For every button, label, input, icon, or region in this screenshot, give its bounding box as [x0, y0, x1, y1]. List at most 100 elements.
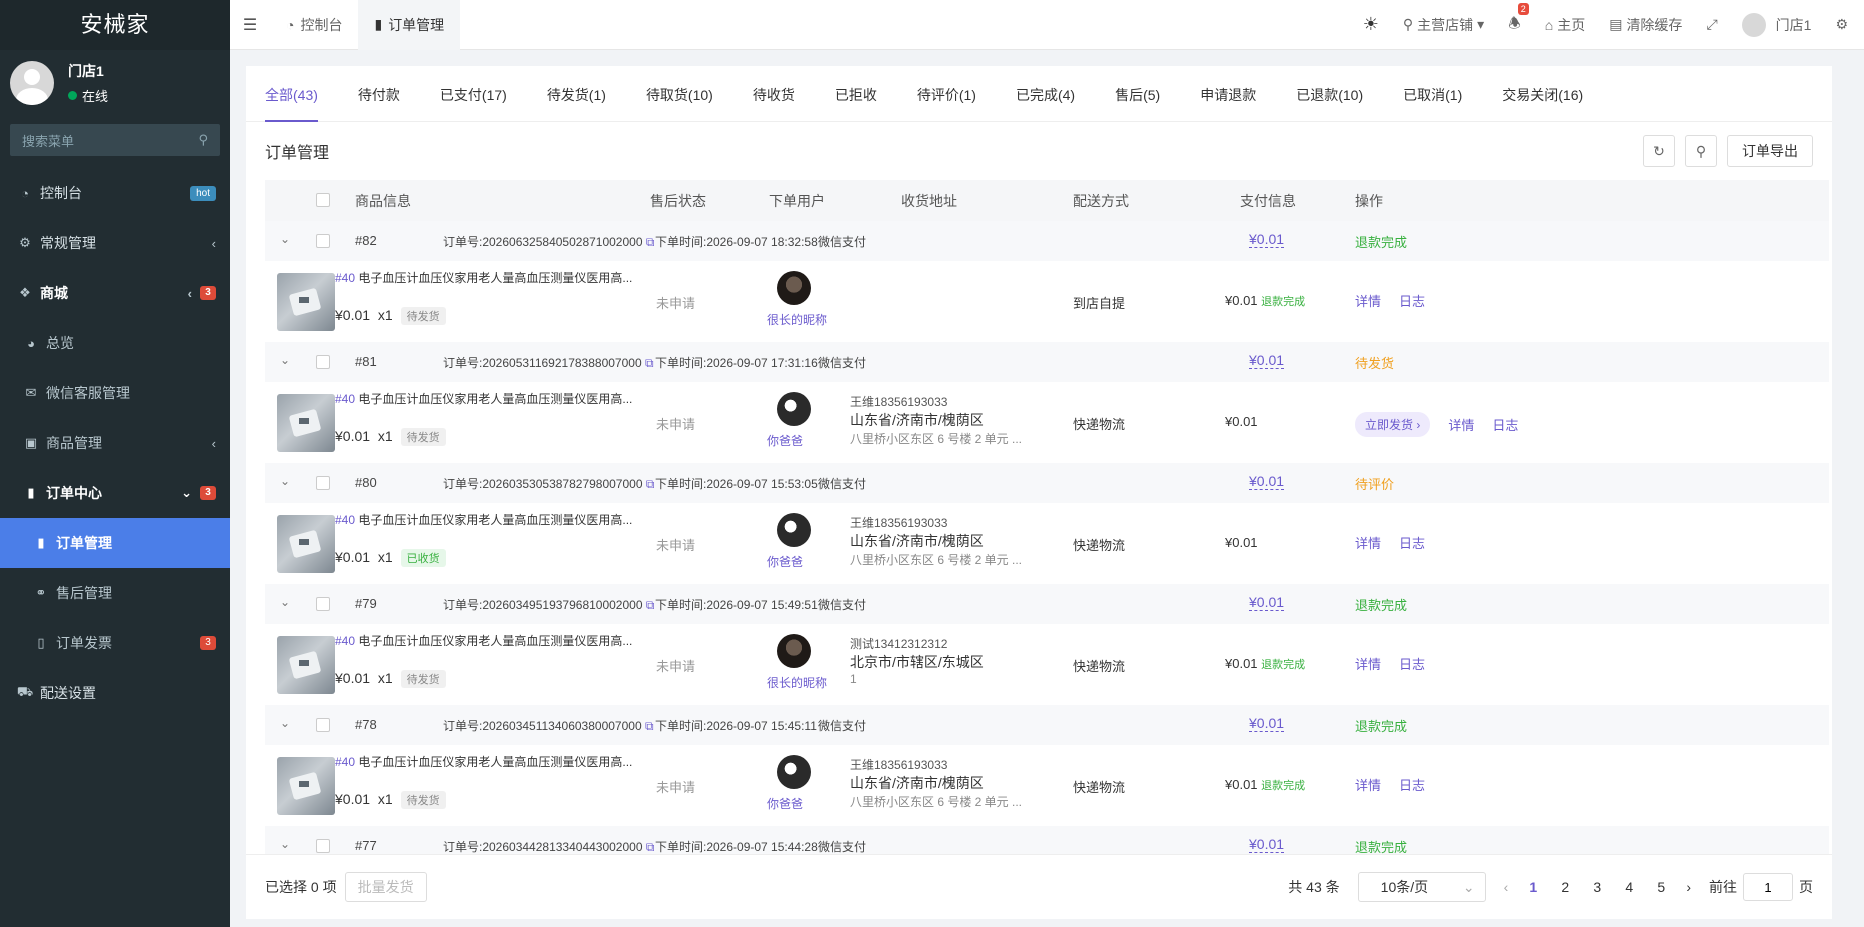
- menu-search-input[interactable]: 搜索菜单 ⚲: [10, 124, 220, 156]
- prev-page-icon[interactable]: ‹: [1504, 879, 1509, 895]
- page-3[interactable]: 3: [1590, 879, 1604, 895]
- pay-amount[interactable]: ¥0.01: [1249, 594, 1285, 611]
- chevron-down-icon[interactable]: ⌄: [280, 232, 290, 246]
- product-title[interactable]: #40 电子血压计血压仪家用老人量高血压测量仪医用高...: [335, 390, 632, 407]
- buyer-name[interactable]: 你爸爸: [767, 434, 803, 448]
- tab-order-management[interactable]: ▮ 订单管理: [358, 0, 461, 50]
- settings-icon[interactable]: ⚙: [1835, 16, 1848, 33]
- order-number: 订单号:20260344281334044300200​0 ⧉: [443, 840, 655, 854]
- copy-icon[interactable]: ⧉: [645, 356, 654, 370]
- row-checkbox[interactable]: [316, 597, 330, 611]
- copy-icon[interactable]: ⧉: [646, 235, 655, 249]
- menu-toggle-icon[interactable]: ☰: [230, 15, 270, 35]
- row-checkbox[interactable]: [316, 839, 330, 853]
- sidebar-item-aftersale[interactable]: ⚭ 售后管理: [0, 568, 230, 618]
- tab-all[interactable]: 全部(43): [265, 85, 318, 122]
- tab-closed[interactable]: 交易关闭(16): [1502, 85, 1583, 121]
- detail-link[interactable]: 详情: [1448, 415, 1474, 434]
- product-title[interactable]: #40 电子血压计血压仪家用老人量高血压测量仪医用高...: [335, 269, 632, 286]
- row-checkbox[interactable]: [316, 355, 330, 369]
- sidebar-item-general[interactable]: ⚙ 常规管理 ‹: [0, 218, 230, 268]
- product-title[interactable]: #40 电子血压计血压仪家用老人量高血压测量仪医用高...: [335, 753, 632, 770]
- tab-cancelled[interactable]: 已取消(1): [1403, 85, 1462, 121]
- batch-ship-button[interactable]: 批量发货: [344, 872, 427, 902]
- sidebar-item-products[interactable]: ▣ 商品管理 ‹: [0, 418, 230, 468]
- tab-to-pickup[interactable]: 待取货(10): [646, 85, 713, 121]
- row-checkbox[interactable]: [316, 718, 330, 732]
- pay-amount[interactable]: ¥0.01: [1249, 715, 1285, 732]
- sidebar-item-delivery[interactable]: ⛟ 配送设置: [0, 668, 230, 718]
- tab-to-receive[interactable]: 待收货: [753, 85, 795, 121]
- tab-aftersale[interactable]: 售后(5): [1115, 85, 1160, 121]
- tab-pending-payment[interactable]: 待付款: [358, 85, 400, 121]
- theme-sun-icon[interactable]: ☀: [1363, 14, 1379, 35]
- log-link[interactable]: 日志: [1399, 654, 1425, 673]
- tab-to-review[interactable]: 待评价(1): [917, 85, 976, 121]
- tab-paid[interactable]: 已支付(17): [440, 85, 507, 121]
- refresh-button[interactable]: ↻: [1643, 135, 1675, 167]
- detail-link[interactable]: 详情: [1355, 775, 1381, 794]
- next-page-icon[interactable]: ›: [1686, 879, 1691, 895]
- search-button[interactable]: ⚲: [1685, 135, 1717, 167]
- page-size-select[interactable]: 10条/页 ⌄: [1357, 872, 1486, 902]
- log-link[interactable]: 日志: [1492, 415, 1518, 434]
- sidebar-item-mall[interactable]: ❖ 商城 ‹ 3: [0, 268, 230, 318]
- paid-info: ¥0.01: [1225, 535, 1258, 550]
- page-4[interactable]: 4: [1622, 879, 1636, 895]
- pay-amount[interactable]: ¥0.01: [1249, 836, 1285, 853]
- tab-rejected[interactable]: 已拒收: [835, 85, 877, 121]
- chevron-down-icon[interactable]: ⌄: [280, 716, 290, 730]
- tab-refund-request[interactable]: 申请退款: [1200, 85, 1256, 121]
- fullscreen-icon[interactable]: ⤢: [1706, 16, 1717, 33]
- detail-link[interactable]: 详情: [1355, 533, 1381, 552]
- detail-link[interactable]: 详情: [1355, 291, 1381, 310]
- page-2[interactable]: 2: [1558, 879, 1572, 895]
- sidebar-item-dashboard[interactable]: ◔ 控制台 hot: [0, 168, 230, 218]
- sidebar-item-invoice[interactable]: ▯ 订单发票 3: [0, 618, 230, 668]
- chevron-down-icon[interactable]: ⌄: [280, 353, 290, 367]
- tab-completed[interactable]: 已完成(4): [1016, 85, 1075, 121]
- page-5[interactable]: 5: [1654, 879, 1668, 895]
- page-1[interactable]: 1: [1526, 879, 1540, 895]
- notifications[interactable]: 🕭 2: [1508, 2, 1529, 37]
- home-link[interactable]: ⌂ 主页: [1545, 15, 1585, 35]
- product-title[interactable]: #40 电子血压计血压仪家用老人量高血压测量仪医用高...: [335, 511, 632, 528]
- export-button[interactable]: 订单导出: [1727, 135, 1813, 167]
- copy-icon[interactable]: ⧉: [645, 719, 654, 733]
- select-all-checkbox[interactable]: [316, 193, 330, 207]
- copy-icon[interactable]: ⧉: [646, 477, 655, 491]
- clear-cache-button[interactable]: ▤ 清除缓存: [1609, 15, 1682, 35]
- chevron-down-icon[interactable]: ⌄: [280, 595, 290, 609]
- copy-icon[interactable]: ⧉: [646, 840, 655, 854]
- sidebar-item-wechat-service[interactable]: ✉ 微信客服管理: [0, 368, 230, 418]
- store-selector[interactable]: ⚲ 主营店铺 ▾: [1403, 15, 1484, 35]
- tab-dashboard[interactable]: ◔ 控制台: [270, 0, 358, 50]
- sidebar-item-order-management[interactable]: ▮ 订单管理: [0, 518, 230, 568]
- copy-icon[interactable]: ⧉: [646, 598, 655, 612]
- buyer-name[interactable]: 你爸爸: [767, 797, 803, 811]
- log-link[interactable]: 日志: [1399, 775, 1425, 794]
- ship-now-button[interactable]: 立即发货 ›: [1355, 412, 1431, 437]
- detail-link[interactable]: 详情: [1355, 654, 1381, 673]
- buyer-name[interactable]: 很长的昵称: [767, 313, 827, 327]
- car-icon: ⛟: [16, 684, 34, 699]
- buyer-name[interactable]: 你爸爸: [767, 555, 803, 569]
- order-status: 待评价: [1355, 477, 1395, 492]
- sidebar-item-order-center[interactable]: ▮ 订单中心 ⌄ 3: [0, 468, 230, 518]
- tab-to-ship[interactable]: 待发货(1): [547, 85, 606, 121]
- sidebar-item-overview[interactable]: ◕ 总览: [0, 318, 230, 368]
- user-menu[interactable]: 门店1: [1741, 12, 1811, 37]
- buyer-name[interactable]: 很长的昵称: [767, 676, 827, 690]
- log-link[interactable]: 日志: [1399, 533, 1425, 552]
- tab-refunded[interactable]: 已退款(10): [1296, 85, 1363, 121]
- pay-amount[interactable]: ¥0.01: [1249, 231, 1285, 248]
- chevron-down-icon[interactable]: ⌄: [280, 837, 290, 851]
- row-checkbox[interactable]: [316, 234, 330, 248]
- product-title[interactable]: #40 电子血压计血压仪家用老人量高血压测量仪医用高...: [335, 632, 632, 649]
- log-link[interactable]: 日志: [1399, 291, 1425, 310]
- pay-amount[interactable]: ¥0.01: [1249, 473, 1285, 490]
- pay-amount[interactable]: ¥0.01: [1249, 352, 1285, 369]
- goto-page-input[interactable]: [1743, 873, 1793, 901]
- chevron-down-icon[interactable]: ⌄: [280, 474, 290, 488]
- row-checkbox[interactable]: [316, 476, 330, 490]
